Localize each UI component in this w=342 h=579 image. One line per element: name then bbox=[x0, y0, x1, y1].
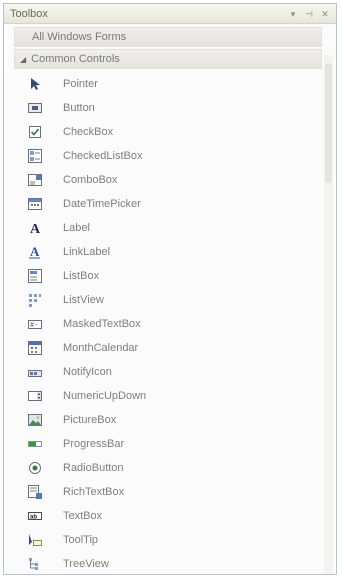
svg-text:A: A bbox=[30, 222, 41, 236]
toolbox-item-listbox[interactable]: ListBox bbox=[4, 264, 336, 288]
scrollbar-thumb[interactable] bbox=[325, 63, 332, 183]
monthcalendar-icon bbox=[27, 340, 43, 356]
toolbox-item-button[interactable]: Button bbox=[4, 96, 336, 120]
toolbox-item-combobox[interactable]: ComboBox bbox=[4, 168, 336, 192]
svg-text:ab: ab bbox=[30, 515, 37, 521]
toolbox-item-label: TreeView bbox=[63, 558, 109, 570]
listview-icon bbox=[27, 292, 43, 308]
radiobutton-icon bbox=[27, 460, 43, 476]
toolbox-item-label: ComboBox bbox=[63, 174, 118, 186]
toolbox-item-monthcalendar[interactable]: MonthCalendar bbox=[4, 336, 336, 360]
numericupdown-icon bbox=[27, 388, 43, 404]
collapse-triangle-icon[interactable]: ◢ bbox=[20, 55, 26, 64]
title-controls: ▾ ⊣ ✕ bbox=[288, 9, 330, 19]
group-common-controls[interactable]: ◢ Common Controls bbox=[14, 49, 322, 69]
toolbox-item-treeview[interactable]: TreeView bbox=[4, 552, 336, 574]
toolbox-item-label: CheckedListBox bbox=[63, 150, 143, 162]
toolbox-item-label: CheckBox bbox=[63, 126, 114, 138]
toolbox-item-label: ListBox bbox=[63, 270, 100, 282]
pointer-icon bbox=[27, 76, 43, 92]
close-icon[interactable]: ✕ bbox=[320, 9, 330, 19]
toolbox-panel: Toolbox ▾ ⊣ ✕ All Windows Forms ◢ Common… bbox=[3, 3, 337, 575]
picturebox-icon bbox=[27, 412, 43, 428]
button-icon bbox=[27, 100, 43, 116]
toolbox-item-label: NumericUpDown bbox=[63, 390, 147, 402]
label-icon: A bbox=[27, 220, 43, 236]
toolbox-item-listview[interactable]: ListView bbox=[4, 288, 336, 312]
svg-text:A: A bbox=[30, 244, 40, 259]
richtextbox-icon bbox=[27, 484, 43, 500]
tab-all-windows-forms-label: All Windows Forms bbox=[32, 31, 127, 43]
toolbox-item-notifyicon[interactable]: NotifyIcon bbox=[4, 360, 336, 384]
dropdown-icon[interactable]: ▾ bbox=[288, 9, 298, 19]
datetimepicker-icon bbox=[27, 196, 43, 212]
progressbar-icon bbox=[27, 436, 43, 452]
toolbox-item-datetimepicker[interactable]: DateTimePicker bbox=[4, 192, 336, 216]
svg-text:#-: #- bbox=[30, 322, 38, 330]
toolbox-item-label: ProgressBar bbox=[63, 438, 125, 450]
treeview-icon bbox=[27, 556, 43, 572]
toolbox-item-label: DateTimePicker bbox=[63, 198, 141, 210]
toolbox-item-checkbox[interactable]: CheckBox bbox=[4, 120, 336, 144]
combobox-icon bbox=[27, 172, 43, 188]
toolbox-item-richtextbox[interactable]: RichTextBox bbox=[4, 480, 336, 504]
toolbox-item-checkedlistbox[interactable]: CheckedListBox bbox=[4, 144, 336, 168]
toolbox-item-label: RadioButton bbox=[63, 462, 124, 474]
toolbox-item-pointer[interactable]: Pointer bbox=[4, 72, 336, 96]
toolbox-item-label: MaskedTextBox bbox=[63, 318, 141, 330]
toolbox-item-label: NotifyIcon bbox=[63, 366, 112, 378]
toolbox-item-label: ToolTip bbox=[63, 534, 99, 546]
toolbox-item-numericupdown[interactable]: NumericUpDown bbox=[4, 384, 336, 408]
toolbox-item-label: ListView bbox=[63, 294, 104, 306]
pin-icon[interactable]: ⊣ bbox=[304, 9, 314, 19]
toolbox-item-radiobutton[interactable]: RadioButton bbox=[4, 456, 336, 480]
linklabel-icon: A bbox=[27, 244, 43, 260]
toolbox-item-linklabel[interactable]: A LinkLabel bbox=[4, 240, 336, 264]
toolbox-content: All Windows Forms ◢ Common Controls Poin… bbox=[4, 27, 336, 574]
toolbox-item-label[interactable]: A Label bbox=[4, 216, 336, 240]
toolbox-item-textbox[interactable]: ab TextBox bbox=[4, 504, 336, 528]
titlebar: Toolbox ▾ ⊣ ✕ bbox=[4, 4, 336, 24]
toolbox-item-maskedtextbox[interactable]: #- MaskedTextBox bbox=[4, 312, 336, 336]
toolbox-item-label: MonthCalendar bbox=[63, 342, 139, 354]
tab-all-windows-forms[interactable]: All Windows Forms bbox=[14, 27, 322, 47]
window-title: Toolbox bbox=[10, 7, 48, 20]
checkedlistbox-icon bbox=[27, 148, 43, 164]
toolbox-item-label: RichTextBox bbox=[63, 486, 125, 498]
control-list: Pointer Button CheckBox CheckedListBox Combo… bbox=[4, 72, 336, 574]
listbox-icon bbox=[27, 268, 43, 284]
toolbox-item-label: Label bbox=[63, 222, 90, 234]
toolbox-item-label: TextBox bbox=[63, 510, 103, 522]
checkbox-icon bbox=[27, 124, 43, 140]
toolbox-item-progressbar[interactable]: ProgressBar bbox=[4, 432, 336, 456]
textbox-icon: ab bbox=[27, 508, 43, 524]
toolbox-item-label: Button bbox=[63, 102, 95, 114]
toolbox-item-tooltip[interactable]: ToolTip bbox=[4, 528, 336, 552]
tooltip-icon bbox=[27, 532, 43, 548]
toolbox-item-label: LinkLabel bbox=[63, 246, 111, 258]
toolbox-item-label: Pointer bbox=[63, 78, 98, 90]
group-common-controls-label: Common Controls bbox=[31, 53, 120, 65]
notifyicon-icon bbox=[27, 364, 43, 380]
maskedtextbox-icon: #- bbox=[27, 316, 43, 332]
toolbox-item-picturebox[interactable]: PictureBox bbox=[4, 408, 336, 432]
toolbox-item-label: PictureBox bbox=[63, 414, 117, 426]
